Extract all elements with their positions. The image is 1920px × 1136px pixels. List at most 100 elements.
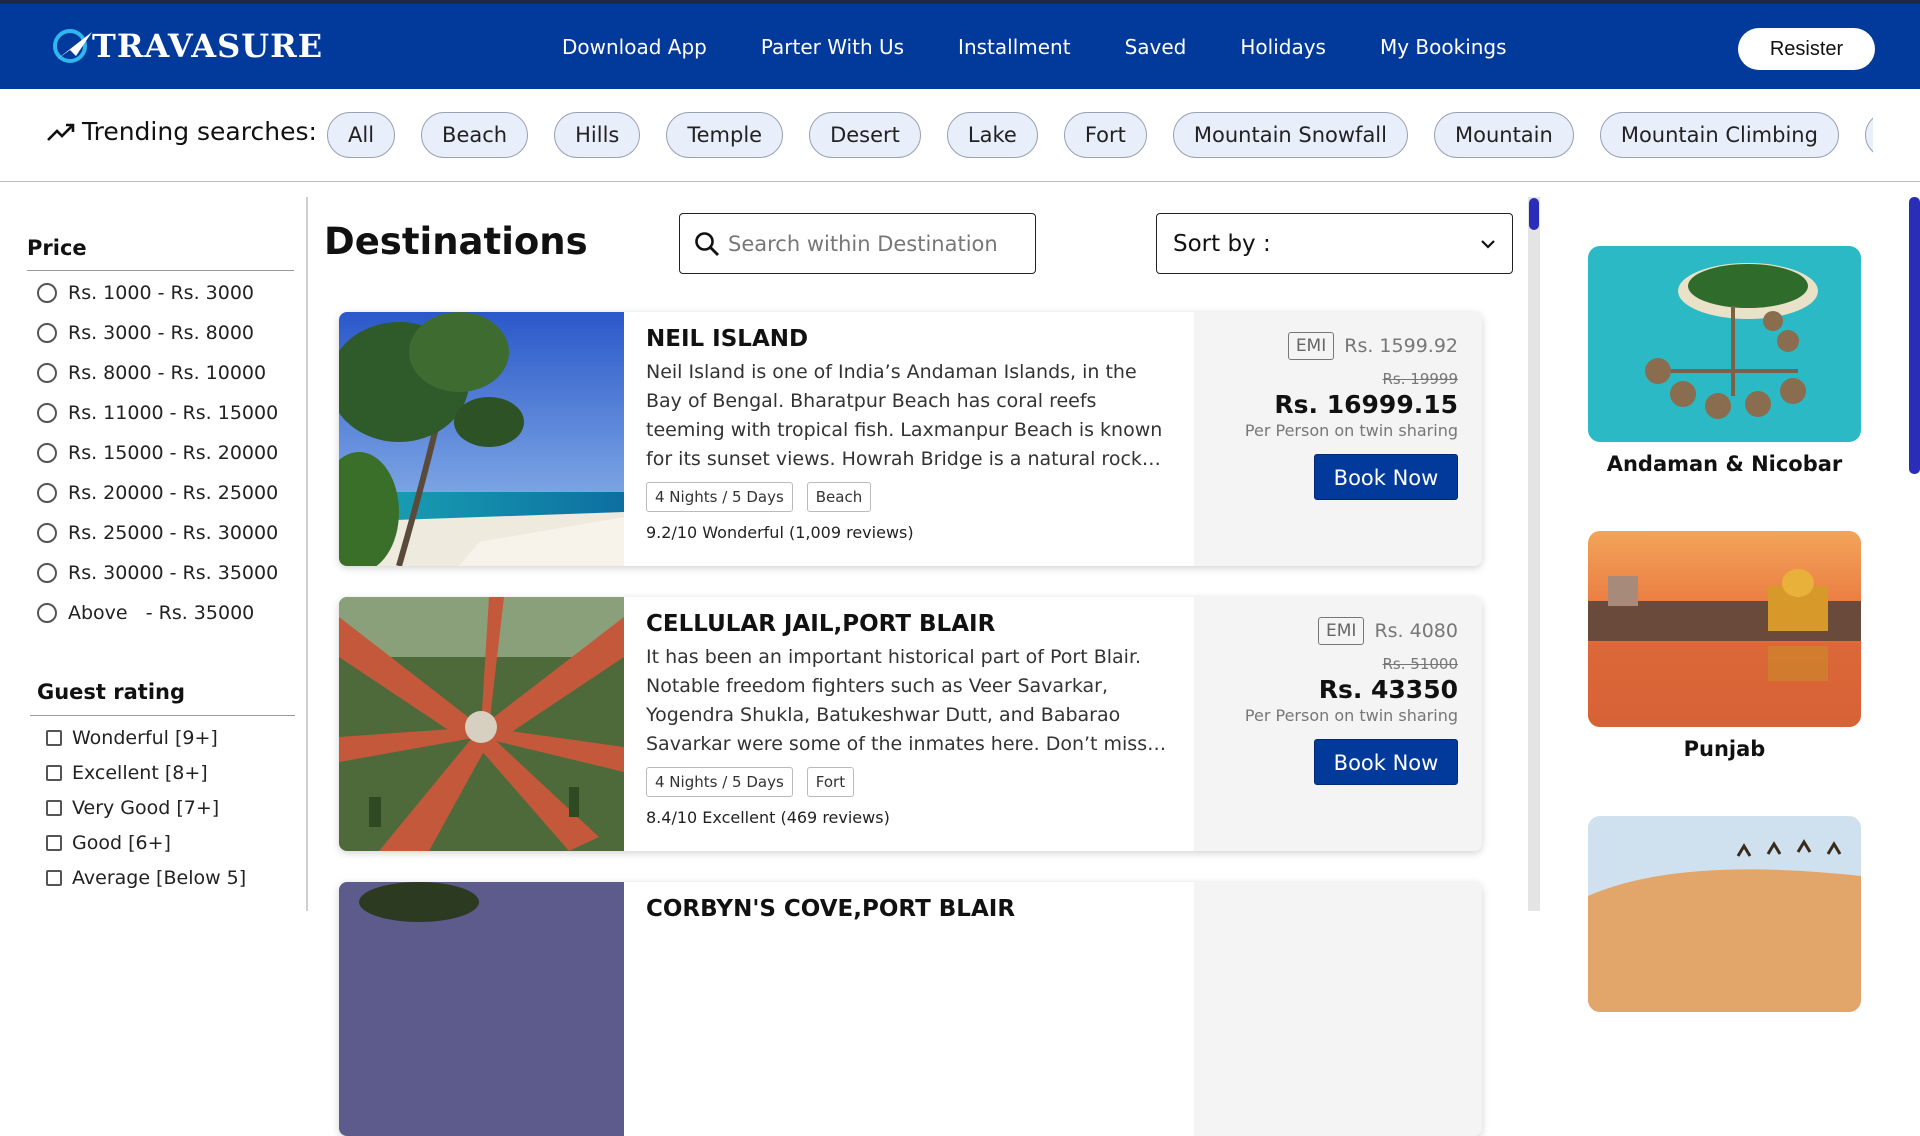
register-button[interactable]: Resister <box>1738 28 1875 70</box>
brand-logo[interactable]: TRAVASURE <box>52 26 323 66</box>
punjab-thumbnail[interactable] <box>1588 531 1861 727</box>
price-option[interactable]: Rs. 30000 - Rs. 35000 <box>37 562 278 584</box>
sort-label: Sort by : <box>1173 230 1271 257</box>
card-title[interactable]: CELLULAR JAIL,PORT BLAIR <box>646 611 1172 637</box>
chevron-down-icon <box>1481 239 1495 249</box>
rating-option[interactable]: Very Good [7+] <box>46 797 219 819</box>
radio-button[interactable] <box>37 443 57 463</box>
duration-tag: 4 Nights / 5 Days <box>646 482 793 512</box>
rating-option[interactable]: Wonderful [9+] <box>46 727 218 749</box>
emi-value: Rs. 4080 <box>1374 620 1458 642</box>
nav-saved[interactable]: Saved <box>1125 35 1187 59</box>
filter-sidebar: Price Rs. 1000 - Rs. 3000 Rs. 3000 - Rs.… <box>0 197 308 911</box>
destination-label[interactable]: Andaman & Nicobar <box>1588 452 1861 476</box>
card-rating: 8.4/10 Excellent (469 reviews) <box>646 808 890 827</box>
checkbox[interactable] <box>46 765 62 781</box>
checkbox[interactable] <box>46 870 62 886</box>
book-now-button[interactable]: Book Now <box>1314 454 1458 500</box>
trending-label-text: Trending searches: <box>82 117 317 146</box>
price-option[interactable]: Rs. 25000 - Rs. 30000 <box>37 522 278 544</box>
chip-mountain[interactable]: Mountain <box>1433 112 1574 158</box>
radio-button[interactable] <box>37 283 57 303</box>
chip-beach[interactable]: Beach <box>421 112 529 158</box>
sort-dropdown[interactable]: Sort by : <box>1156 213 1513 274</box>
checkbox[interactable] <box>46 800 62 816</box>
price-option[interactable]: Above - Rs. 35000 <box>37 602 254 624</box>
rating-divider <box>30 715 295 716</box>
andaman-thumbnail[interactable] <box>1588 246 1861 442</box>
card-pricing: EMI Rs. 4080 Rs. 51000 Rs. 43350 Per Per… <box>1194 597 1482 851</box>
price-option[interactable]: Rs. 8000 - Rs. 10000 <box>37 362 266 384</box>
price-option[interactable]: Rs. 11000 - Rs. 15000 <box>37 402 278 424</box>
price-option-label: Rs. 25000 - Rs. 30000 <box>68 522 279 544</box>
destination-label[interactable]: Punjab <box>1588 737 1861 761</box>
chip-mountain-climbing[interactable]: Mountain Climbing <box>1599 112 1839 158</box>
cellular-jail-photo <box>339 597 624 851</box>
chip-temple[interactable]: Temple <box>666 112 784 158</box>
checkbox[interactable] <box>46 730 62 746</box>
destination-card: NEIL ISLAND Neil Island is one of India’… <box>339 312 1482 566</box>
corbyns-cove-photo <box>339 882 624 1136</box>
side-scroll-thumb[interactable] <box>1909 197 1920 474</box>
price-option-label: Above - Rs. 35000 <box>68 602 255 624</box>
card-description: Neil Island is one of India’s Andaman Is… <box>646 361 1163 470</box>
category-tag: Beach <box>806 482 872 512</box>
destination-card: CELLULAR JAIL,PORT BLAIR It has been an … <box>339 597 1482 851</box>
nav-my-bookings[interactable]: My Bookings <box>1380 35 1507 59</box>
category-tag: Fort <box>806 767 855 797</box>
radio-button[interactable] <box>37 483 57 503</box>
chip-desert[interactable]: Desert <box>809 112 921 158</box>
chip-lake[interactable]: Lake <box>946 112 1038 158</box>
chip-all[interactable]: All <box>327 112 396 158</box>
checkbox[interactable] <box>46 835 62 851</box>
trending-label: Trending searches: <box>46 117 317 146</box>
price-filter-title: Price <box>27 236 87 260</box>
search-input[interactable] <box>728 231 998 256</box>
nav-partner-with-us[interactable]: Parter With Us <box>761 35 904 59</box>
emi-row: EMI Rs. 1599.92 <box>1194 332 1458 360</box>
nav-installment[interactable]: Installment <box>958 35 1071 59</box>
page-title: Destinations <box>324 220 588 263</box>
chip-mountain-snowfall[interactable]: Mountain Snowfall <box>1172 112 1408 158</box>
card-rating: 9.2/10 Wonderful (1,009 reviews) <box>646 523 914 542</box>
desert-thumbnail[interactable] <box>1588 816 1861 1012</box>
book-now-button[interactable]: Book Now <box>1314 739 1458 785</box>
rating-option-label: Excellent [8+] <box>72 762 208 784</box>
chip-fort[interactable]: Fort <box>1063 112 1147 158</box>
neil-island-photo <box>339 312 624 566</box>
radio-button[interactable] <box>37 323 57 343</box>
destination-search[interactable] <box>679 213 1036 274</box>
rating-option-label: Good [6+] <box>72 832 171 854</box>
chip-more[interactable]: D <box>1864 112 1873 158</box>
chip-hills[interactable]: Hills <box>554 112 641 158</box>
rating-option[interactable]: Excellent [8+] <box>46 762 208 784</box>
rating-option-label: Average [Below 5] <box>72 867 247 889</box>
nav-holidays[interactable]: Holidays <box>1240 35 1326 59</box>
rating-option-label: Very Good [7+] <box>72 797 220 819</box>
trending-chips: All Beach Hills Temple Desert Lake Fort … <box>327 112 1873 158</box>
rating-option-label: Wonderful [9+] <box>72 727 218 749</box>
rating-option[interactable]: Average [Below 5] <box>46 867 246 889</box>
radio-button[interactable] <box>37 563 57 583</box>
rating-option[interactable]: Good [6+] <box>46 832 171 854</box>
price-option[interactable]: Rs. 3000 - Rs. 8000 <box>37 322 254 344</box>
radio-button[interactable] <box>37 523 57 543</box>
price-option-label: Rs. 15000 - Rs. 20000 <box>68 442 279 464</box>
nav-download-app[interactable]: Download App <box>562 35 707 59</box>
card-title[interactable]: CORBYN'S COVE,PORT BLAIR <box>646 896 1172 922</box>
radio-button[interactable] <box>37 603 57 623</box>
price-option[interactable]: Rs. 15000 - Rs. 20000 <box>37 442 278 464</box>
card-title[interactable]: NEIL ISLAND <box>646 326 1172 352</box>
navbar: TRAVASURE Download App Parter With Us In… <box>0 4 1920 89</box>
radio-button[interactable] <box>37 403 57 423</box>
price-option[interactable]: Rs. 20000 - Rs. 25000 <box>37 482 278 504</box>
price-option-label: Rs. 8000 - Rs. 10000 <box>68 362 267 384</box>
card-tags: 4 Nights / 5 Days Fort <box>646 767 1172 797</box>
price-option-label: Rs. 1000 - Rs. 3000 <box>68 282 255 304</box>
price-option[interactable]: Rs. 1000 - Rs. 3000 <box>37 282 254 304</box>
emi-badge: EMI <box>1318 617 1365 645</box>
radio-button[interactable] <box>37 363 57 383</box>
price-option-label: Rs. 11000 - Rs. 15000 <box>68 402 279 424</box>
card-body: CELLULAR JAIL,PORT BLAIR It has been an … <box>624 597 1194 851</box>
card-tags: 4 Nights / 5 Days Beach <box>646 482 1172 512</box>
